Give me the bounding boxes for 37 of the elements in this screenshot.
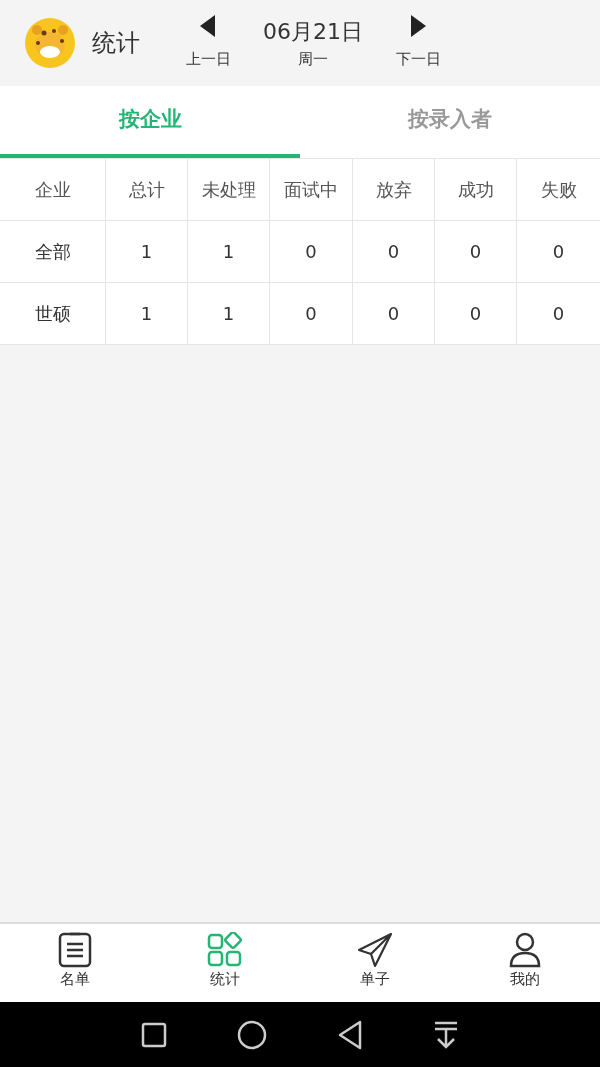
notification-pull-icon[interactable] [433,1020,459,1049]
logo-icon [24,17,76,69]
grid-icon [207,932,243,968]
column-header: 放弃 [353,159,435,221]
date-text: 06月21日 [263,18,363,47]
weekday-text: 周一 [298,49,328,71]
next-day-icon[interactable] [410,15,426,38]
column-header: 成功 [435,159,517,221]
next-day-link[interactable]: 下一日 [395,48,441,71]
previous-day-link[interactable]: 上一日 [185,48,231,71]
paper-plane-icon [357,932,393,968]
table-cell: 世硕 [0,283,106,345]
home-icon[interactable] [237,1019,267,1050]
column-header: 失败 [517,159,600,221]
person-icon [509,932,541,968]
table-cell: 1 [106,221,188,283]
column-header: 面试中 [270,159,353,221]
column-header: 未处理 [188,159,270,221]
table-cell: 0 [435,221,517,283]
table-cell: 0 [517,221,600,283]
table-cell: 1 [188,283,270,345]
column-header: 企业 [0,159,106,221]
table-cell: 0 [270,221,353,283]
table-cell: 全部 [0,221,106,283]
table-cell: 0 [270,283,353,345]
page-title: 统计 [92,28,141,59]
table-cell: 0 [517,283,600,345]
back-icon[interactable] [337,1019,363,1050]
table-cell: 1 [188,221,270,283]
table-cell: 0 [353,283,435,345]
table-cell: 0 [435,283,517,345]
table-cell: 0 [353,221,435,283]
previous-day-icon[interactable] [200,15,216,38]
column-header: 总计 [106,159,188,221]
clipboard-icon [58,932,92,968]
recent-apps-icon[interactable] [141,1021,167,1048]
table-cell: 1 [106,283,188,345]
